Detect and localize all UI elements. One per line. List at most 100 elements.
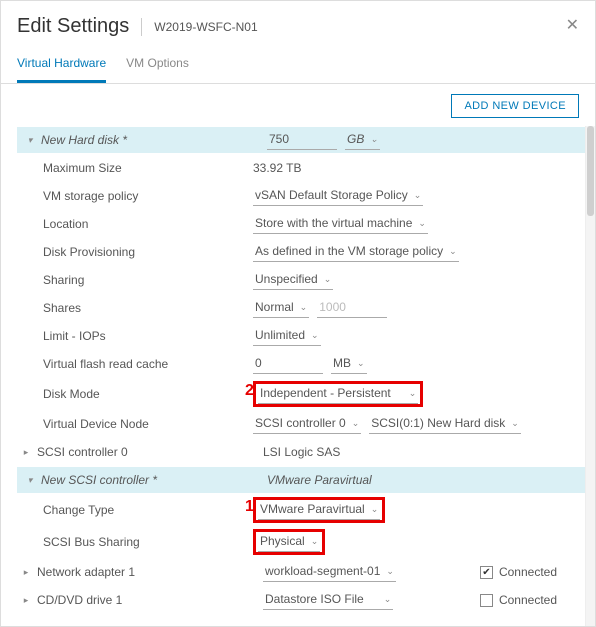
row-shares: Shares Normal⌄ [17,294,587,322]
change-type-select[interactable]: VMware Paravirtual⌄ [258,500,380,520]
chevron-down-icon: ⌄ [352,418,360,429]
cd-connected-checkbox[interactable]: Connected [480,593,557,607]
checkbox-unchecked-icon [480,594,493,607]
field-label: Shares [23,301,253,315]
disk-size-input[interactable] [267,130,337,150]
chevron-right-icon: ▸ [19,447,33,458]
section-label: New SCSI controller * [37,473,267,487]
scrollbar[interactable] [585,126,595,626]
edit-settings-dialog: Edit Settings W2019-WSFC-N01 ✕ Virtual H… [0,0,596,627]
field-label: Disk Mode [23,387,253,401]
max-size-value: 33.92 TB [253,161,301,175]
close-icon[interactable]: ✕ [566,15,579,35]
chevron-down-icon: ⌄ [370,134,378,145]
row-disk-mode: Disk Mode 2 Independent - Persistent⌄ [17,378,587,410]
chevron-down-icon: ⌄ [324,274,332,285]
settings-content: ▾ New Hard disk * GB⌄ Maximum Size 33.92… [1,126,595,626]
flash-unit-select[interactable]: MB⌄ [331,354,367,374]
dialog-header: Edit Settings W2019-WSFC-N01 ✕ [1,1,595,48]
connected-label: Connected [499,565,557,579]
connected-label: Connected [499,593,557,607]
tab-virtual-hardware[interactable]: Virtual Hardware [17,48,106,83]
row-network-adapter-1[interactable]: ▸ Network adapter 1 workload-segment-01⌄… [17,558,587,586]
field-label: Virtual Device Node [23,417,253,431]
dialog-subtitle: W2019-WSFC-N01 [154,20,257,34]
field-label: Maximum Size [23,161,253,175]
tab-vm-options[interactable]: VM Options [126,48,189,83]
field-label: Disk Provisioning [23,245,253,259]
chevron-right-icon: ▸ [19,595,33,606]
disk-size-unit-select[interactable]: GB⌄ [345,130,380,150]
section-new-scsi-controller[interactable]: ▾ New SCSI controller * VMware Paravirtu… [17,466,587,494]
chevron-down-icon: ⌄ [300,302,308,313]
disk-mode-select[interactable]: Independent - Persistent⌄ [258,384,418,404]
scsi0-value: LSI Logic SAS [263,445,340,459]
device-node-slot-select[interactable]: SCSI(0:1) New Hard disk⌄ [369,414,521,434]
dialog-title: Edit Settings [17,15,129,38]
chevron-down-icon: ⌄ [357,358,365,369]
add-new-device-button[interactable]: ADD NEW DEVICE [451,94,579,118]
network-connected-checkbox[interactable]: Connected [480,565,557,579]
row-maximum-size: Maximum Size 33.92 TB [17,154,587,182]
flash-value-input[interactable] [253,354,323,374]
provisioning-select[interactable]: As defined in the VM storage policy⌄ [253,242,459,262]
row-location: Location Store with the virtual machine⌄ [17,210,587,238]
chevron-down-icon: ⌄ [418,218,426,229]
annotation-marker-1: 1 [245,498,254,516]
chevron-down-icon: ⌄ [386,566,394,577]
iops-select[interactable]: Unlimited⌄ [253,326,321,346]
shares-value-input[interactable] [317,298,387,318]
annotation-marker-2: 2 [245,382,254,400]
scrollbar-thumb[interactable] [587,126,594,216]
chevron-down-icon: ⌄ [311,330,319,341]
sharing-select[interactable]: Unspecified⌄ [253,270,333,290]
field-label: VM storage policy [23,189,253,203]
tab-bar: Virtual Hardware VM Options [1,48,595,84]
highlight-box-change-type: VMware Paravirtual⌄ [253,497,385,523]
chevron-down-icon: ⌄ [371,504,379,515]
field-label: Location [23,217,253,231]
new-scsi-value: VMware Paravirtual [267,473,372,487]
chevron-down-icon: ⌄ [449,246,457,257]
chevron-down-icon: ⌄ [384,594,392,605]
chevron-down-icon: ⌄ [409,388,417,399]
field-label: Change Type [23,503,253,517]
section-new-hard-disk[interactable]: ▾ New Hard disk * GB⌄ [17,126,587,154]
field-label: CD/DVD drive 1 [33,593,263,607]
device-node-controller-select[interactable]: SCSI controller 0⌄ [253,414,361,434]
row-change-type: Change Type 1 VMware Paravirtual⌄ [17,494,587,526]
section-label: New Hard disk * [37,133,267,147]
cd-source-select[interactable]: Datastore ISO File⌄ [263,590,393,610]
field-label: Limit - IOPs [23,329,253,343]
row-limit-iops: Limit - IOPs Unlimited⌄ [17,322,587,350]
row-flash-cache: Virtual flash read cache MB⌄ [17,350,587,378]
row-sharing: Sharing Unspecified⌄ [17,266,587,294]
row-scsi-bus-sharing: SCSI Bus Sharing Physical⌄ [17,526,587,558]
chevron-right-icon: ▸ [19,567,33,578]
field-label: Virtual flash read cache [23,357,253,371]
chevron-down-icon: ▾ [23,475,37,486]
highlight-box-disk-mode: Independent - Persistent⌄ [253,381,423,407]
row-disk-provisioning: Disk Provisioning As defined in the VM s… [17,238,587,266]
row-virtual-device-node: Virtual Device Node SCSI controller 0⌄ S… [17,410,587,438]
row-storage-policy: VM storage policy vSAN Default Storage P… [17,182,587,210]
storage-policy-select[interactable]: vSAN Default Storage Policy⌄ [253,186,423,206]
row-cd-dvd-drive-1[interactable]: ▸ CD/DVD drive 1 Datastore ISO File⌄ Con… [17,586,587,614]
chevron-down-icon: ⌄ [511,418,519,429]
location-select[interactable]: Store with the virtual machine⌄ [253,214,428,234]
toolbar: ADD NEW DEVICE [1,84,595,126]
row-scsi-controller-0[interactable]: ▸ SCSI controller 0 LSI Logic SAS [17,438,587,466]
checkbox-checked-icon [480,566,493,579]
network-select[interactable]: workload-segment-01⌄ [263,562,396,582]
chevron-down-icon: ▾ [23,135,37,146]
bus-sharing-select[interactable]: Physical⌄ [258,532,320,552]
field-label: SCSI Bus Sharing [23,535,253,549]
chevron-down-icon: ⌄ [311,536,319,547]
header-separator [141,18,142,36]
shares-level-select[interactable]: Normal⌄ [253,298,309,318]
chevron-down-icon: ⌄ [414,190,422,201]
highlight-box-bus-sharing: Physical⌄ [253,529,325,555]
field-label: Network adapter 1 [33,565,263,579]
field-label: Sharing [23,273,253,287]
field-label: SCSI controller 0 [33,445,263,459]
